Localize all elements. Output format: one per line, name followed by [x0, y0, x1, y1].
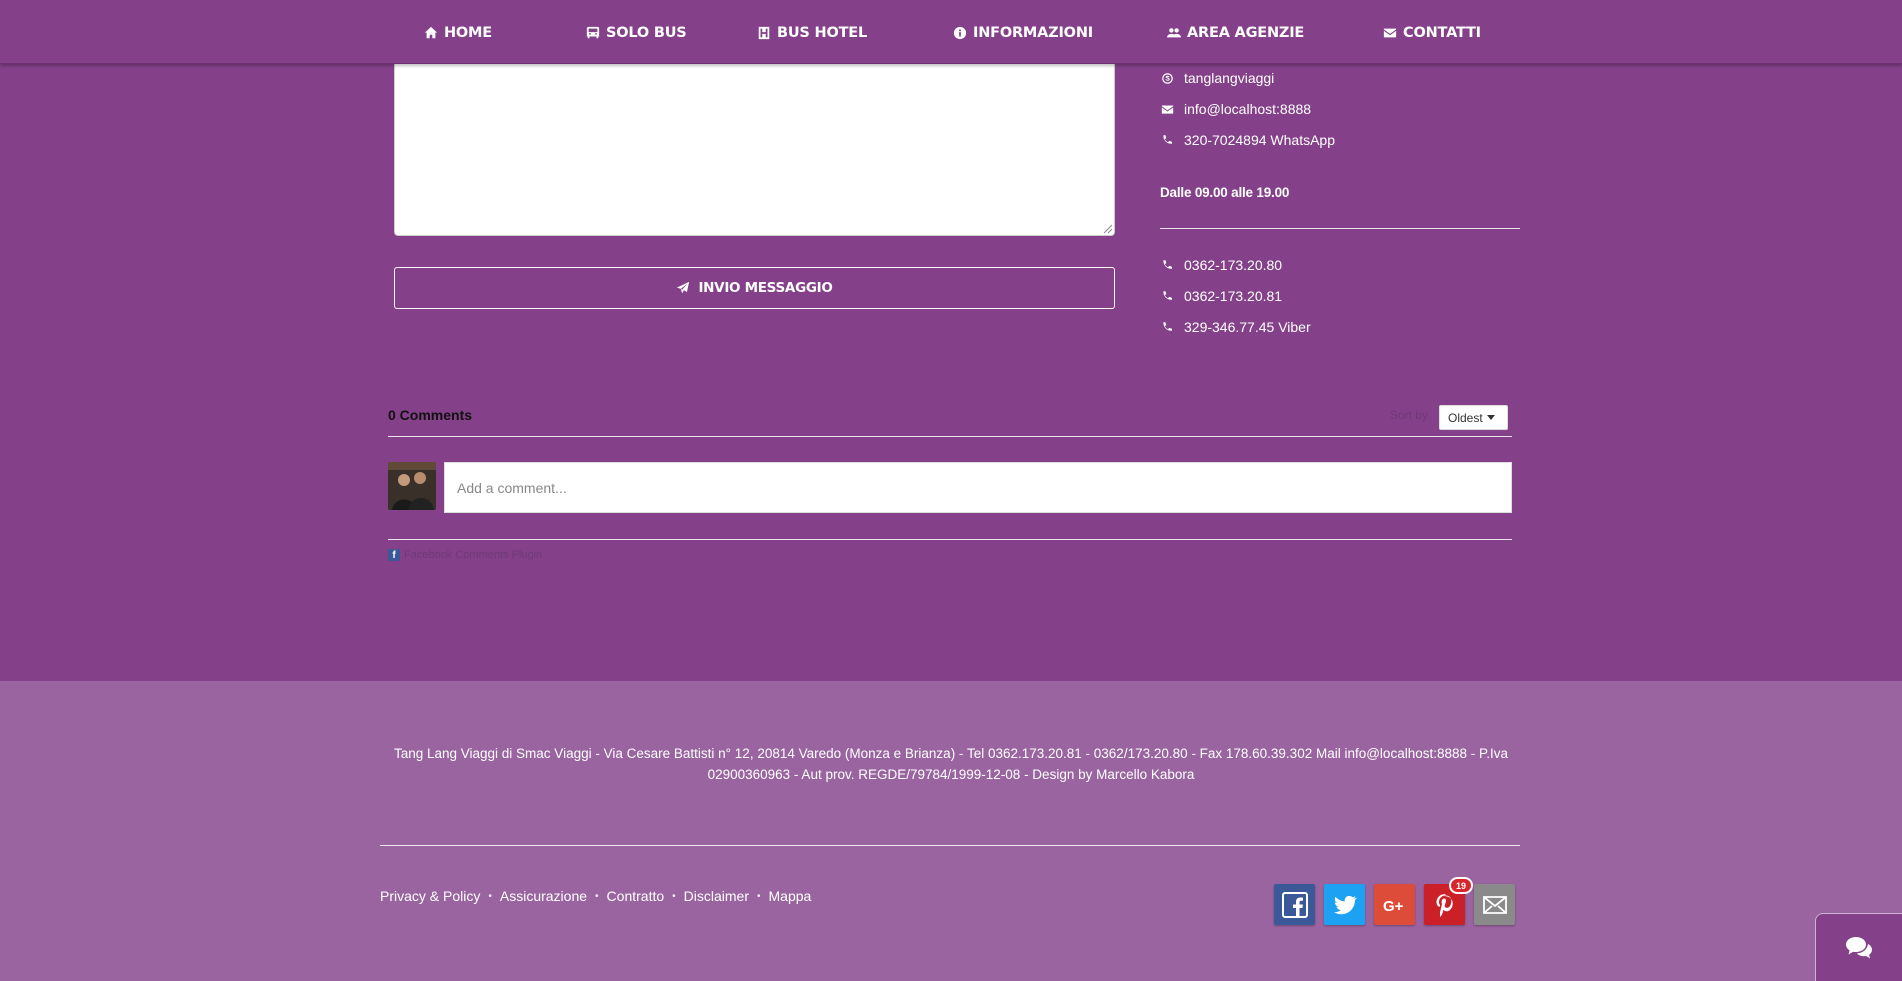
nav-bus-hotel-label: BUS HOTEL [777, 25, 868, 41]
chat-bubbles-icon [1846, 936, 1872, 958]
comments-count: 0 Comments [388, 407, 473, 423]
sort-select-value: Oldest [1448, 410, 1483, 425]
resize-grip-icon[interactable] [1103, 224, 1113, 234]
paper-plane-icon [677, 281, 690, 294]
footer-link-separator: • [672, 890, 676, 902]
footer-link-separator: • [488, 890, 492, 902]
caret-down-icon [1486, 415, 1495, 420]
chat-widget-button[interactable] [1815, 913, 1902, 981]
main-navbar: HOME SOLO BUS BUS HOTEL INFORMAZIONI ARE… [0, 0, 1902, 64]
phone-icon [1160, 289, 1174, 303]
google-plus-icon: G+ [1383, 898, 1404, 915]
contact-divider [1160, 228, 1520, 229]
bus-icon [586, 26, 600, 39]
hotel-icon [758, 26, 770, 40]
pinterest-count-badge: 19 [1449, 877, 1473, 894]
info-icon [953, 26, 967, 40]
home-icon [424, 26, 438, 39]
contact-viber-text: 329-346.77.45 Viber [1184, 319, 1311, 335]
footer-link-separator: • [757, 890, 761, 902]
contact-email[interactable]: info@localhost:8888 [1160, 101, 1311, 117]
contact-email-text: info@localhost:8888 [1184, 101, 1312, 117]
send-message-label: INVIO MESSAGGIO [698, 280, 833, 296]
message-textarea[interactable] [394, 54, 1115, 236]
skype-icon [1160, 71, 1174, 85]
nav-contatti-label: CONTATTI [1403, 25, 1481, 41]
users-icon [1167, 28, 1181, 38]
envelope-icon [1160, 102, 1174, 116]
nav-contatti[interactable]: CONTATTI [1383, 24, 1481, 42]
opening-hours: Dalle 09.00 alle 19.00 [1160, 185, 1290, 200]
contact-phone-1-text: 0362-173.20.80 [1184, 257, 1283, 273]
footer-company-info: Tang Lang Viaggi di Smac Viaggi - Via Ce… [393, 746, 1509, 782]
contact-whatsapp-text: 320-7024894 WhatsApp [1184, 132, 1335, 148]
svg-text:G+: G+ [1383, 898, 1404, 915]
footer-link-contratto[interactable]: Contratto [607, 888, 665, 904]
nav-informazioni-label: INFORMAZIONI [973, 25, 1093, 41]
contact-viber[interactable]: 329-346.77.45 Viber [1160, 319, 1311, 335]
footer-link-mappa[interactable]: Mappa [769, 888, 812, 904]
contact-phone-2[interactable]: 0362-173.20.81 [1160, 288, 1282, 304]
contact-phone-1[interactable]: 0362-173.20.80 [1160, 257, 1282, 273]
footer-link-assicurazione[interactable]: Assicurazione [500, 888, 587, 904]
contact-skype[interactable]: tanglangviaggi [1160, 70, 1274, 86]
twitter-share-button[interactable] [1324, 884, 1365, 925]
avatar [388, 462, 436, 510]
email-share-button[interactable] [1474, 884, 1515, 925]
footer-link-disclaimer[interactable]: Disclaimer [684, 888, 749, 904]
footer-link-separator: • [595, 890, 599, 902]
nav-home[interactable]: HOME [424, 24, 492, 42]
footer-divider [380, 845, 1520, 846]
email-icon [1482, 895, 1507, 914]
nav-home-label: HOME [444, 25, 492, 41]
phone-icon [1160, 320, 1174, 334]
phone-icon [1160, 133, 1174, 147]
nav-bus-hotel[interactable]: BUS HOTEL [757, 24, 867, 42]
pinterest-icon [1436, 893, 1453, 917]
google-plus-share-button[interactable]: G+ [1374, 884, 1415, 925]
comments-divider-bottom [388, 539, 1512, 540]
facebook-comments-plugin-link[interactable]: f Facebook Comments Plugin [388, 549, 542, 561]
nav-solo-bus[interactable]: SOLO BUS [586, 24, 687, 42]
phone-icon [1160, 258, 1174, 272]
envelope-icon [1383, 28, 1397, 38]
send-message-button[interactable]: INVIO MESSAGGIO [394, 267, 1115, 309]
contact-skype-text: tanglangviaggi [1184, 70, 1275, 86]
contact-whatsapp[interactable]: 320-7024894 WhatsApp [1160, 132, 1335, 148]
facebook-icon [1281, 891, 1308, 918]
footer-link-privacy[interactable]: Privacy & Policy [380, 888, 480, 904]
comments-divider [388, 436, 1512, 437]
footer [0, 681, 1902, 981]
nav-solo-bus-label: SOLO BUS [606, 25, 687, 41]
nav-informazioni[interactable]: INFORMAZIONI [953, 24, 1093, 42]
facebook-icon: f [388, 549, 400, 561]
contact-phone-2-text: 0362-173.20.81 [1184, 288, 1283, 304]
sort-select[interactable]: Oldest [1439, 405, 1508, 430]
nav-area-agenzie[interactable]: AREA AGENZIE [1167, 24, 1304, 42]
facebook-share-button[interactable] [1274, 884, 1315, 925]
facebook-comments-plugin-label: Facebook Comments Plugin [404, 549, 543, 561]
nav-area-agenzie-label: AREA AGENZIE [1187, 25, 1305, 41]
twitter-icon [1333, 895, 1357, 914]
comment-input[interactable]: Add a comment... [444, 462, 1512, 513]
sort-label: Sort by [1390, 408, 1429, 422]
footer-links: Privacy & Policy • Assicurazione • Contr… [380, 888, 811, 904]
